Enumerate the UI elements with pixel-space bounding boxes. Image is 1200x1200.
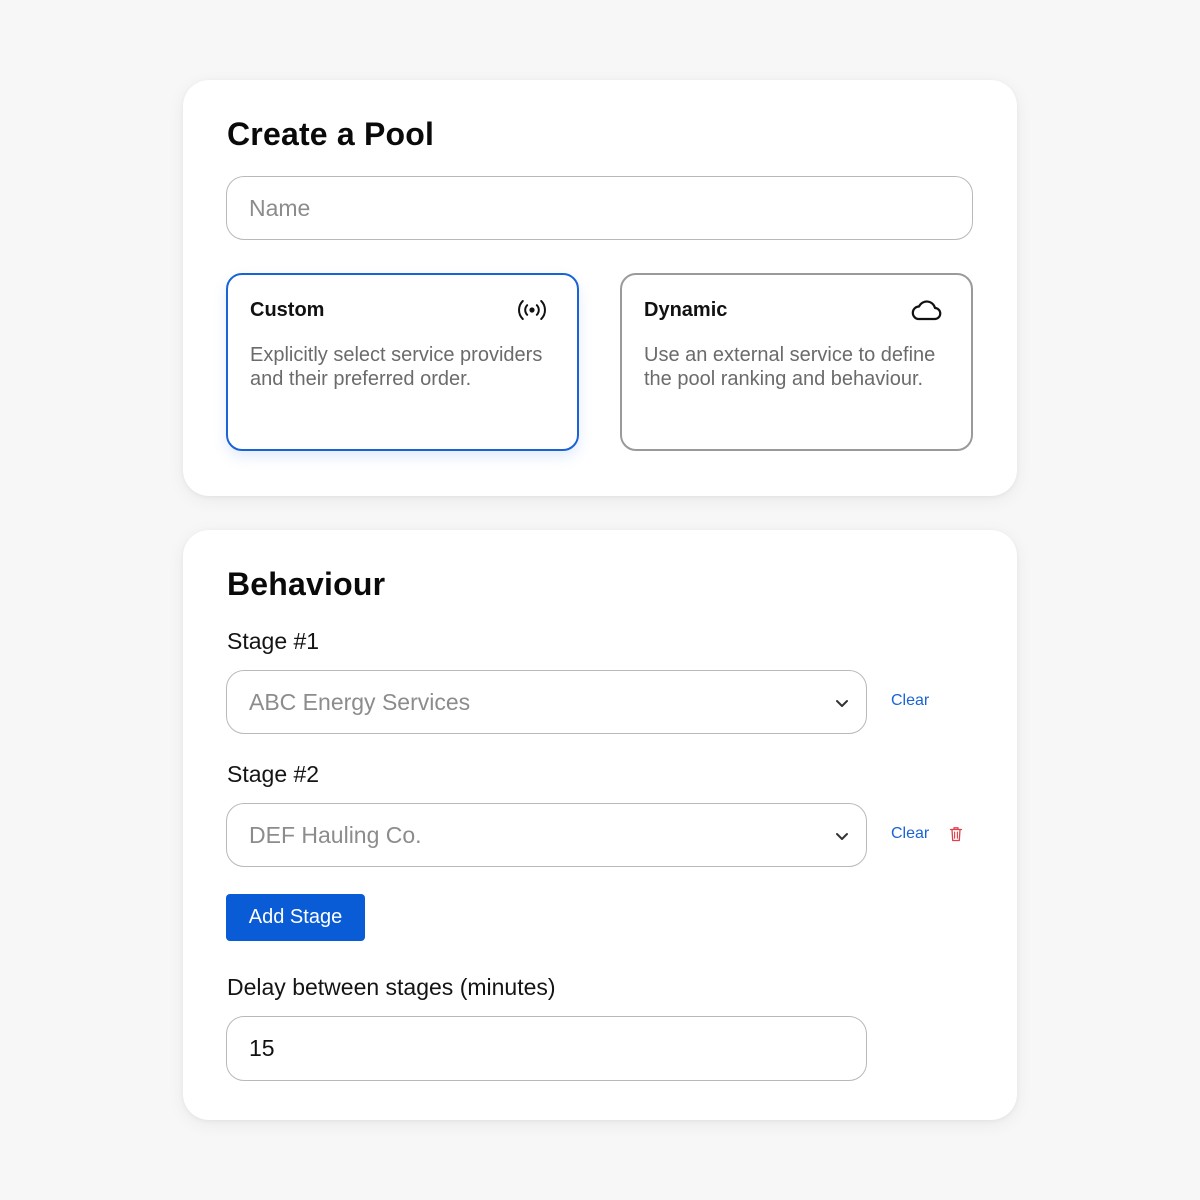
behaviour-title: Behaviour (227, 566, 386, 602)
stage-1-label: Stage #1 (227, 628, 320, 654)
dynamic-option-description: Use an external service to define the po… (644, 344, 936, 390)
create-pool-card: Create a Pool Custom Explicitly select s… (183, 80, 1017, 496)
stage-2-label: Stage #2 (227, 761, 320, 787)
stage-1-select[interactable]: ABC Energy Services (226, 670, 867, 734)
broadcast-icon (518, 300, 546, 320)
add-stage-button[interactable]: Add Stage (226, 894, 365, 941)
delay-minutes-input[interactable] (226, 1016, 867, 1081)
chevron-down-icon (836, 833, 848, 840)
custom-option-card[interactable]: Custom Explicitly select service provide… (226, 273, 579, 451)
stage-1-selected-value: ABC Energy Services (249, 689, 471, 715)
dynamic-option-title: Dynamic (644, 299, 728, 321)
stage-1-clear-button[interactable]: Clear (891, 692, 929, 710)
behaviour-card: Behaviour Stage #1 ABC Energy Services C… (183, 530, 1017, 1120)
cloud-icon (911, 300, 942, 321)
custom-option-description: Explicitly select service providers and … (250, 344, 543, 390)
chevron-down-icon (836, 700, 848, 707)
delay-label: Delay between stages (minutes) (227, 974, 556, 1000)
stage-2-selected-value: DEF Hauling Co. (249, 822, 422, 848)
create-pool-title: Create a Pool (227, 116, 435, 152)
custom-option-title: Custom (250, 299, 325, 321)
dynamic-option-card[interactable]: Dynamic Use an external service to defin… (620, 273, 973, 451)
pool-name-input[interactable] (226, 176, 973, 240)
trash-icon[interactable] (949, 826, 963, 842)
stage-2-select[interactable]: DEF Hauling Co. (226, 803, 867, 867)
stage-2-clear-button[interactable]: Clear (891, 825, 929, 843)
